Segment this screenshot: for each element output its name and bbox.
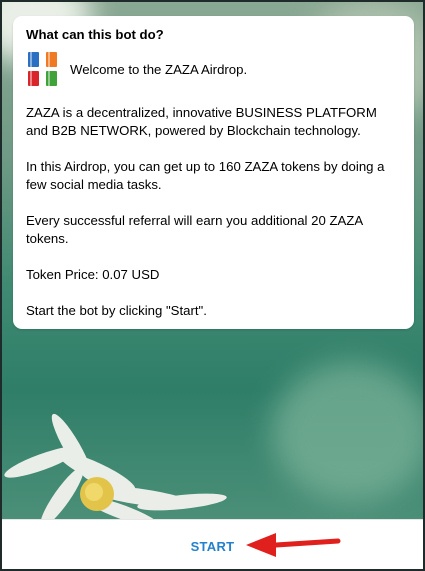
background-glow-blur: [272, 362, 423, 502]
red-arrow-icon: [246, 533, 341, 557]
welcome-row: Welcome to the ZAZA Airdrop.: [26, 52, 401, 88]
airdrop-paragraph: In this Airdrop, you can get up to 160 Z…: [26, 159, 385, 192]
bottom-action-bar: START: [2, 519, 423, 569]
daisy-flower-image: [4, 413, 227, 519]
start-button[interactable]: START: [185, 535, 241, 558]
referral-paragraph: Every successful referral will earn you …: [26, 213, 363, 246]
description-paragraph: ZAZA is a decentralized, innovative BUSI…: [26, 105, 377, 138]
start-instruction-text: Start the bot by clicking "Start".: [26, 303, 207, 318]
welcome-text: Welcome to the ZAZA Airdrop.: [70, 62, 248, 77]
bot-description-card: What can this bot do? Welcome to the ZAZ…: [13, 16, 414, 329]
books-icon: [26, 52, 62, 88]
telegram-bot-window: What can this bot do? Welcome to the ZAZ…: [0, 0, 425, 571]
card-title: What can this bot do?: [26, 27, 164, 42]
token-price-text: Token Price: 0.07 USD: [26, 267, 160, 282]
